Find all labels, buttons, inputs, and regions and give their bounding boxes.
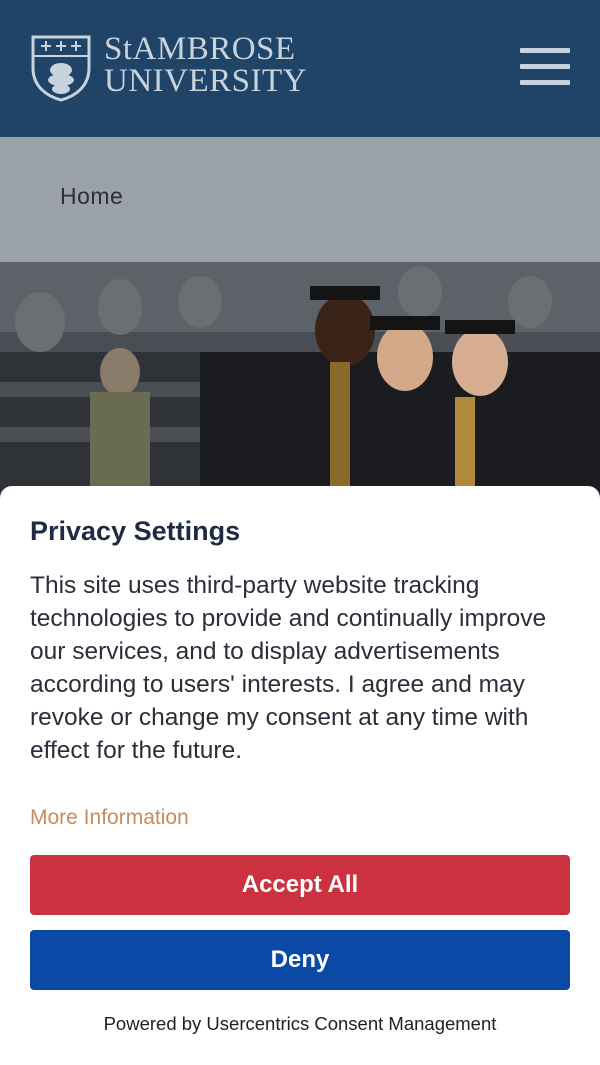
hero-image	[0, 262, 600, 502]
consent-banner: Privacy Settings This site uses third-pa…	[0, 486, 600, 1065]
powered-by-text: Powered by Usercentrics Consent Manageme…	[103, 1013, 497, 1034]
consent-description: This site uses third-party website track…	[30, 572, 547, 764]
site-logo[interactable]: StAMBROSE UNIVERSITY	[104, 31, 307, 99]
brand-subtitle: UNIVERSITY	[104, 63, 307, 99]
more-information-link[interactable]: More Information	[30, 806, 189, 830]
university-crest-icon[interactable]	[30, 34, 92, 102]
breadcrumb-home-link[interactable]: Home	[60, 183, 123, 210]
hamburger-menu-icon[interactable]	[520, 48, 570, 86]
deny-button[interactable]: Deny	[30, 930, 570, 990]
site-header: StAMBROSE UNIVERSITY	[0, 0, 600, 137]
brand-name: StAMBROSE	[104, 31, 296, 67]
consent-title: Privacy Settings	[30, 516, 241, 546]
graduation-photo-icon	[0, 262, 600, 502]
accept-all-button[interactable]: Accept All	[30, 855, 570, 915]
